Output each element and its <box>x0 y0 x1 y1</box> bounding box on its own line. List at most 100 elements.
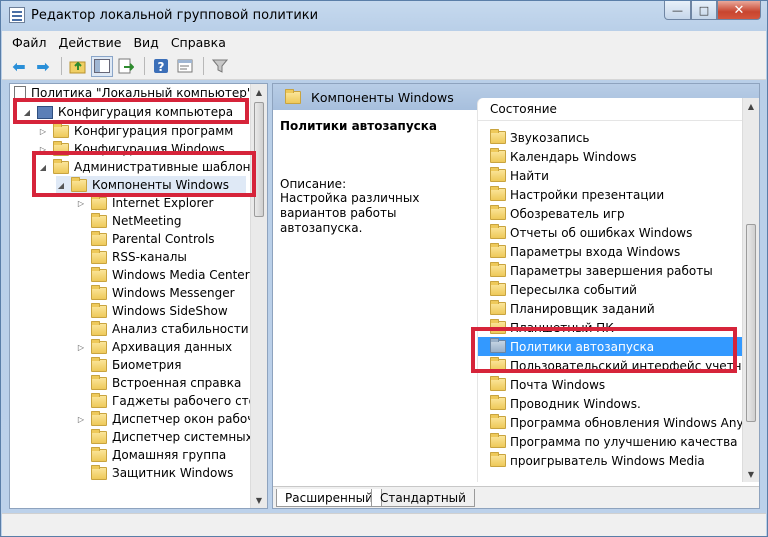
menu-help[interactable]: Справка <box>171 35 226 50</box>
folder-icon <box>490 452 506 467</box>
svg-text:?: ? <box>158 60 165 74</box>
folder-icon <box>71 176 87 192</box>
tree-item[interactable]: Гаджеты рабочего стола <box>76 392 268 410</box>
tree-item[interactable]: Домашняя группа <box>76 446 226 464</box>
list-item[interactable]: Обозреватель игр <box>490 204 625 223</box>
tab-standard[interactable]: Стандартный <box>371 489 475 507</box>
list-item[interactable]: Программа обновления Windows Anytime <box>490 413 759 432</box>
tree-item[interactable]: ▷ Архивация данных <box>76 338 232 356</box>
folder-icon <box>53 158 69 174</box>
list-item[interactable]: Почта Windows <box>490 375 605 394</box>
collapse-arrow-icon: ◢ <box>39 162 47 172</box>
folder-icon <box>53 140 69 156</box>
scroll-thumb[interactable] <box>746 224 756 422</box>
minimize-button[interactable]: — <box>664 1 691 20</box>
folder-icon <box>490 395 506 410</box>
column-header-state[interactable]: Состояние <box>478 98 743 121</box>
list-item[interactable]: Пересылка событий <box>490 280 637 299</box>
scroll-up-icon[interactable]: ▲ <box>251 84 267 100</box>
details-header-title: Компоненты Windows <box>311 89 454 105</box>
tree-label: Конфигурация программ <box>74 124 234 138</box>
tree-item-windows-components[interactable]: ◢ Компоненты Windows <box>56 176 246 194</box>
folder-icon <box>91 356 107 372</box>
tree-label: Административные шаблоны <box>74 160 261 174</box>
tree-item[interactable]: Анализ стабильности Wir <box>76 320 267 338</box>
back-button[interactable]: ⬅ <box>8 56 30 77</box>
folder-icon <box>91 410 107 426</box>
list-item[interactable]: Настройки презентации <box>490 185 664 204</box>
scroll-thumb[interactable] <box>254 102 264 217</box>
menu-action[interactable]: Действие <box>59 35 122 50</box>
tree-label: Internet Explorer <box>112 196 214 210</box>
tree-label: Встроенная справка <box>112 376 242 390</box>
scroll-up-icon[interactable]: ▲ <box>743 98 759 114</box>
list-item[interactable]: проигрыватель Windows Media <box>490 451 705 470</box>
menu-view[interactable]: Вид <box>133 35 158 50</box>
back-icon: ⬅ <box>12 56 26 76</box>
list-item[interactable]: Звукозапись <box>490 128 590 147</box>
tab-extended[interactable]: Расширенный <box>276 489 382 507</box>
list-item[interactable]: Параметры завершения работы <box>490 261 713 280</box>
tree-item[interactable]: Биометрия <box>76 356 181 374</box>
list-item[interactable]: Отчеты об ошибках Windows <box>490 223 692 242</box>
tree-item[interactable]: ▷ Диспетчер окон рабочего <box>76 410 268 428</box>
list-item[interactable]: Политики автозапуска <box>478 337 743 356</box>
list-item-label: Программа по улучшению качества прогр <box>510 434 759 449</box>
properties-button[interactable] <box>174 56 196 77</box>
folder-icon <box>285 88 301 104</box>
tree-item[interactable]: Windows Messenger <box>76 284 235 302</box>
list-item-label: Отчеты об ошибках Windows <box>510 225 693 240</box>
tree-item[interactable]: NetMeeting <box>76 212 181 230</box>
tree-item[interactable]: Диспетчер системных ре <box>76 428 267 446</box>
up-button[interactable] <box>67 56 89 77</box>
folder-icon <box>53 122 69 138</box>
export-button[interactable] <box>115 56 137 77</box>
folder-icon <box>91 464 107 480</box>
tree-item[interactable]: Windows Media Center <box>76 266 250 284</box>
tree-item[interactable]: Встроенная справка <box>76 374 241 392</box>
folder-icon <box>490 243 506 258</box>
tree-label: Windows Media Center <box>112 268 250 282</box>
tree-scrollbar[interactable]: ▲ ▼ <box>250 84 267 508</box>
tree-item[interactable]: Защитник Windows <box>76 464 233 482</box>
menu-file[interactable]: Файл <box>12 35 47 50</box>
close-button[interactable]: ✕ <box>717 1 761 20</box>
tree-root[interactable]: Политика "Локальный компьютер" <box>14 84 252 102</box>
list-item[interactable]: Планировщик заданий <box>490 299 655 318</box>
list-item[interactable]: Календарь Windows <box>490 147 637 166</box>
tree-item-windows-configuration[interactable]: ▷ Конфигурация Windows <box>38 140 225 158</box>
expand-arrow-icon[interactable]: ▷ <box>76 199 86 208</box>
description-panel: Политики автозапуска Описание: Настройка… <box>273 110 477 482</box>
tree-pane: Политика "Локальный компьютер" ◢ Конфигу… <box>9 83 268 509</box>
filter-button[interactable] <box>209 56 231 77</box>
show-hide-tree-icon <box>94 59 110 73</box>
tree-item-computer-configuration[interactable]: ◢ Конфигурация компьютера <box>22 103 233 121</box>
tree-item-program-configuration[interactable]: ▷ Конфигурация программ <box>38 122 233 140</box>
show-hide-tree-button[interactable] <box>91 55 113 77</box>
folder-icon <box>91 374 107 390</box>
expand-arrow-icon[interactable]: ▷ <box>76 415 86 424</box>
help-button[interactable]: ? <box>150 56 172 77</box>
tree-item[interactable]: Parental Controls <box>76 230 215 248</box>
list-item[interactable]: Проводник Windows. <box>490 394 641 413</box>
tree-label: Гаджеты рабочего стола <box>112 394 268 408</box>
list-item[interactable]: Параметры входа Windows <box>490 242 680 261</box>
folder-icon <box>91 266 107 282</box>
tree-item[interactable]: Windows SideShow <box>76 302 228 320</box>
list-item[interactable]: Программа по улучшению качества прогр <box>490 432 759 451</box>
list-item[interactable]: Планшетный ПК <box>490 318 614 337</box>
tree-label: Диспетчер окон рабочего <box>112 412 268 426</box>
forward-button[interactable]: ➡ <box>32 56 54 77</box>
tree-item[interactable]: ▷ Internet Explorer <box>76 194 213 212</box>
list-item[interactable]: Найти <box>490 166 549 185</box>
tree-label: Компоненты Windows <box>92 178 230 192</box>
scroll-down-icon[interactable]: ▼ <box>743 466 759 482</box>
tree-item-administrative-templates[interactable]: ◢ Административные шаблоны <box>38 158 260 176</box>
list-item[interactable]: Пользовательский интерфейс учетных <box>490 356 758 375</box>
tree-item[interactable]: RSS-каналы <box>76 248 187 266</box>
list-scrollbar[interactable]: ▲ ▼ <box>742 98 759 482</box>
tree-label: Архивация данных <box>112 340 233 354</box>
maximize-button[interactable]: □ <box>691 1 717 20</box>
scroll-down-icon[interactable]: ▼ <box>251 492 267 508</box>
expand-arrow-icon[interactable]: ▷ <box>76 343 86 352</box>
